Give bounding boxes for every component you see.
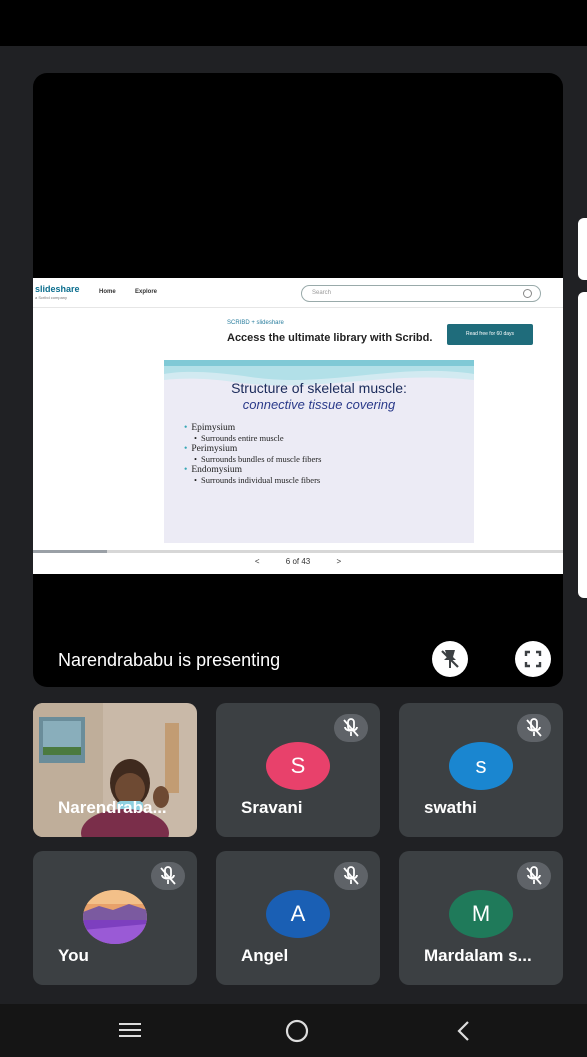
participant-tile[interactable]: A Angel	[216, 851, 380, 985]
slide-progress-fill	[33, 550, 108, 553]
muted-indicator	[334, 862, 368, 890]
muted-indicator	[517, 714, 551, 742]
scribd-ad-banner[interactable]: SCRIBD + slideshare Access the ultimate …	[219, 314, 539, 352]
search-placeholder: Search	[312, 290, 332, 296]
home-icon[interactable]	[283, 1017, 311, 1045]
avatar: s	[449, 742, 513, 790]
mic-off-icon	[160, 866, 176, 885]
ad-text: Access the ultimate library with Scribd.	[227, 332, 433, 344]
side-panel-edge[interactable]	[578, 218, 587, 280]
ad-brand: SCRIBD + slideshare	[227, 320, 284, 326]
prev-slide-button[interactable]: <	[255, 557, 260, 566]
slide-title: Structure of skeletal muscle:	[231, 380, 407, 396]
participant-name: swathi	[424, 798, 477, 817]
bullet-sub-item: Surrounds entire muscle	[194, 433, 464, 443]
ad-cta-button[interactable]: Read free for 60 days	[447, 324, 533, 345]
bullet-sub-item: Surrounds bundles of muscle fibers	[194, 454, 464, 464]
bullet-item: Perimysium	[184, 444, 464, 454]
recent-apps-icon[interactable]	[116, 1018, 144, 1042]
slide-pager: < 6 of 43 >	[33, 557, 563, 573]
side-panel-edge[interactable]	[578, 292, 587, 598]
participant-tile[interactable]: M Mardalam s...	[399, 851, 563, 985]
fullscreen-button[interactable]	[515, 641, 551, 677]
participant-name: Sravani	[241, 798, 303, 817]
nav-home-link[interactable]: Home	[99, 289, 116, 295]
slideshare-logo-sub: a Scribd company	[35, 295, 68, 300]
search-input[interactable]: Search	[301, 285, 541, 302]
participant-tile[interactable]: Narendraba...	[33, 703, 197, 837]
slide-subtitle: connective tissue covering	[242, 397, 396, 412]
shared-screen[interactable]: slideshare a Scribd company Home Explore…	[33, 278, 563, 574]
slide-bullet-list: Epimysium Surrounds entire muscle Perimy…	[184, 422, 464, 485]
unpin-icon	[441, 650, 459, 668]
mic-off-icon	[526, 718, 542, 737]
slide-footer	[164, 530, 474, 543]
slideshare-header: slideshare a Scribd company Home Explore…	[33, 278, 563, 308]
presenter-label: Narendrababu is presenting	[58, 650, 281, 670]
participant-tile[interactable]: You	[33, 851, 197, 985]
avatar: S	[266, 742, 330, 790]
unpin-button[interactable]	[432, 641, 468, 677]
mic-off-icon	[343, 718, 359, 737]
participant-tile[interactable]: s swathi	[399, 703, 563, 837]
search-icon[interactable]	[523, 289, 532, 298]
page-counter: 6 of 43	[285, 557, 311, 566]
muted-indicator	[151, 862, 185, 890]
profile-photo	[83, 890, 147, 944]
bullet-sub-item: Surrounds individual muscle fibers	[194, 475, 464, 485]
mic-off-icon	[526, 866, 542, 885]
muted-indicator	[334, 714, 368, 742]
participant-name: Mardalam s...	[424, 946, 532, 965]
system-nav-bar	[0, 1004, 587, 1057]
mic-off-icon	[343, 866, 359, 885]
participant-name: Angel	[241, 946, 289, 965]
muted-indicator	[517, 862, 551, 890]
bullet-item: Epimysium	[184, 423, 464, 433]
participant-name: You	[58, 946, 89, 965]
slideshare-logo[interactable]: slideshare	[35, 284, 80, 294]
nav-explore-link[interactable]: Explore	[135, 289, 157, 295]
presentation-tile[interactable]: slideshare a Scribd company Home Explore…	[33, 73, 563, 687]
slide-progress-track[interactable]	[33, 550, 563, 553]
back-icon[interactable]	[452, 1017, 476, 1045]
participant-name: Narendraba...	[58, 798, 167, 817]
slide: Structure of skeletal muscle: connective…	[164, 360, 474, 543]
avatar: M	[449, 890, 513, 938]
participant-tile[interactable]: S Sravani	[216, 703, 380, 837]
fullscreen-icon	[524, 650, 542, 668]
status-bar	[0, 0, 587, 46]
next-slide-button[interactable]: >	[336, 557, 341, 566]
avatar: A	[266, 890, 330, 938]
bullet-item: Endomysium	[184, 465, 464, 475]
